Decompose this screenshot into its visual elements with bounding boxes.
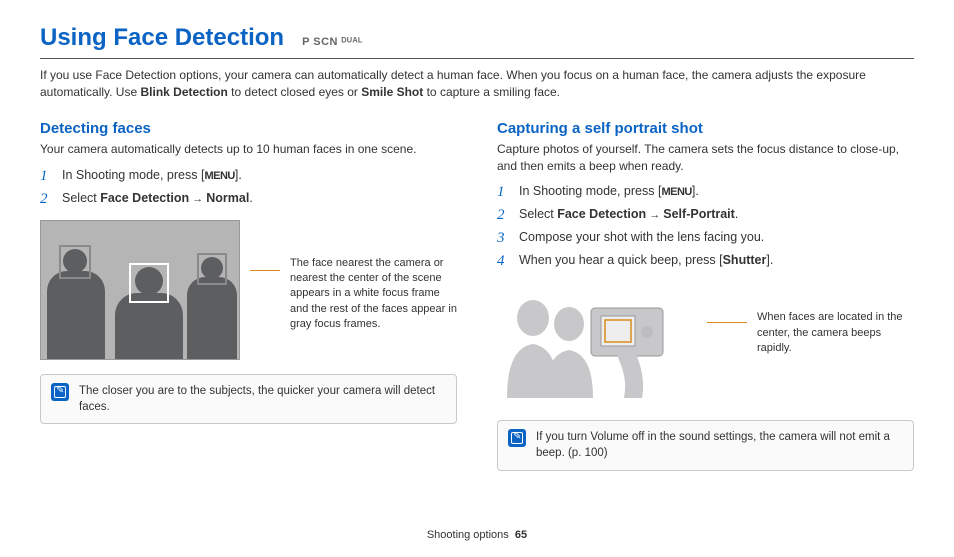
right-column: Capturing a self portrait shot Capture p… [497, 120, 914, 471]
callout-line [707, 322, 747, 323]
selfie-callout: When faces are located in the center, th… [757, 310, 914, 356]
note-icon [51, 383, 69, 401]
step-text: Select Face Detection → Self-Portrait. [519, 207, 738, 224]
left-step-1: 1 In Shooting mode, press [MENU]. [40, 168, 457, 185]
step-number: 1 [40, 168, 52, 185]
intro-bold-smile: Smile Shot [361, 85, 423, 99]
step-bold: Self-Portrait [663, 207, 735, 221]
intro-text-end: to capture a smiling face. [423, 85, 560, 99]
step-number: 2 [497, 207, 509, 224]
step-pre: In Shooting mode, press [ [62, 168, 204, 182]
step-text: When you hear a quick beep, press [Shutt… [519, 253, 773, 270]
step-number: 4 [497, 253, 509, 270]
step-post: . [735, 207, 738, 221]
step-pre: When you hear a quick beep, press [ [519, 253, 723, 267]
right-step-4: 4 When you hear a quick beep, press [Shu… [497, 253, 914, 270]
step-text: In Shooting mode, press [MENU]. [519, 184, 699, 201]
note-icon [508, 429, 526, 447]
left-column: Detecting faces Your camera automaticall… [40, 120, 457, 471]
figure-callout: The face nearest the camera or nearest t… [290, 256, 457, 333]
left-heading: Detecting faces [40, 120, 457, 137]
step-bold: Face Detection [100, 191, 189, 205]
arrow-icon: → [646, 209, 663, 221]
step-bold: Face Detection [557, 207, 646, 221]
step-bold: Normal [206, 191, 249, 205]
step-text: In Shooting mode, press [MENU]. [62, 168, 242, 185]
intro-text-mid: to detect closed eyes or [228, 85, 361, 99]
left-step-2: 2 Select Face Detection → Normal. [40, 191, 457, 208]
step-number: 3 [497, 230, 509, 247]
right-desc: Capture photos of yourself. The camera s… [497, 141, 914, 175]
step-text: Select Face Detection → Normal. [62, 191, 253, 208]
right-note-text: If you turn Volume off in the sound sett… [536, 429, 903, 461]
footer-section: Shooting options [427, 529, 509, 541]
step-pre: Select [519, 207, 557, 221]
left-desc: Your camera automatically detects up to … [40, 141, 457, 158]
left-note-box: The closer you are to the subjects, the … [40, 374, 457, 424]
mode-icons: P SCN ᴰᵁᴬᴸ [302, 36, 363, 48]
intro-bold-blink: Blink Detection [140, 85, 227, 99]
left-note-text: The closer you are to the subjects, the … [79, 383, 446, 415]
callout-line [250, 270, 280, 271]
step-post: ]. [235, 168, 242, 182]
right-note-box: If you turn Volume off in the sound sett… [497, 420, 914, 470]
intro-paragraph: If you use Face Detection options, your … [40, 67, 914, 102]
title-divider [40, 58, 914, 59]
step-text: Compose your shot with the lens facing y… [519, 230, 764, 247]
selfie-figure [497, 288, 697, 398]
face-detect-figure [40, 220, 240, 360]
step-post: . [249, 191, 252, 205]
right-step-3: 3 Compose your shot with the lens facing… [497, 230, 914, 247]
right-step-1: 1 In Shooting mode, press [MENU]. [497, 184, 914, 201]
step-number: 1 [497, 184, 509, 201]
step-pre: Select [62, 191, 100, 205]
right-step-2: 2 Select Face Detection → Self-Portrait. [497, 207, 914, 224]
right-heading: Capturing a self portrait shot [497, 120, 914, 137]
menu-key-icon: MENU [204, 170, 234, 182]
step-bold: Shutter [723, 253, 767, 267]
footer-page-number: 65 [515, 529, 527, 541]
arrow-icon: → [189, 193, 206, 205]
page-footer: Shooting options 65 [0, 529, 954, 541]
menu-key-icon: MENU [661, 186, 691, 198]
step-pre: In Shooting mode, press [ [519, 184, 661, 198]
page-title: Using Face Detection [40, 24, 284, 52]
step-post: ]. [692, 184, 699, 198]
step-number: 2 [40, 191, 52, 208]
step-post: ]. [766, 253, 773, 267]
